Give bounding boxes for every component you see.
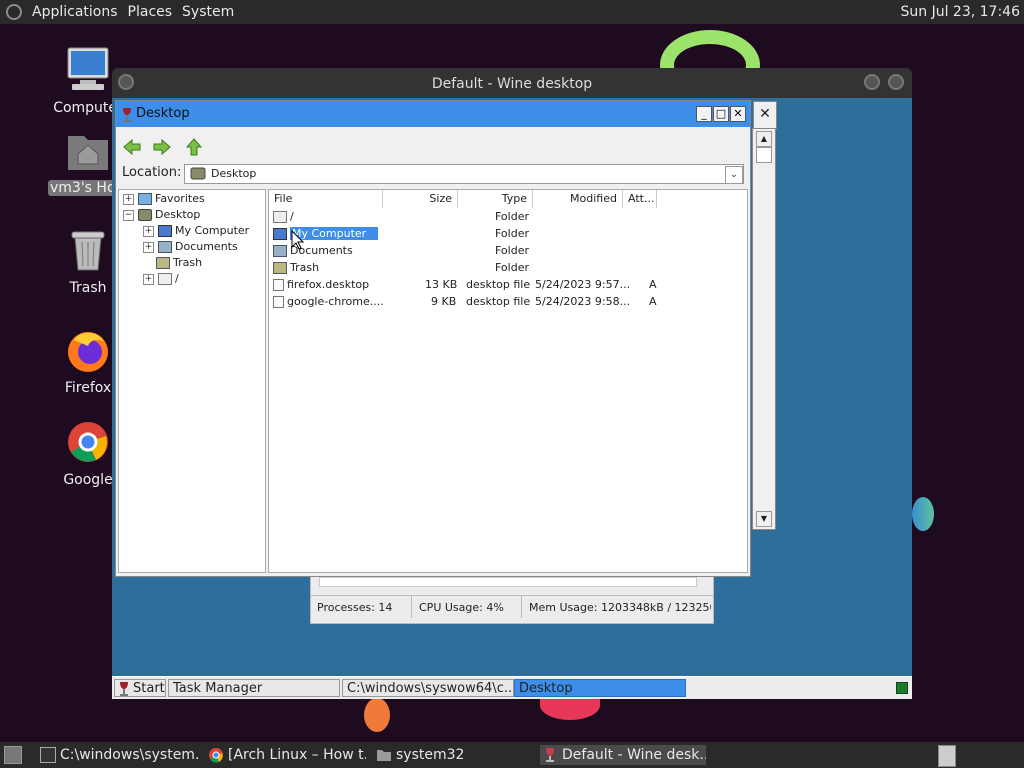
tree-node-desktop[interactable]: − Desktop — [123, 207, 200, 223]
taskbar-item-wine-desktop[interactable]: Default - Wine desk... — [540, 745, 706, 765]
drive-icon — [273, 211, 287, 223]
back-arrow-icon[interactable] — [122, 137, 142, 157]
status-bar: Processes: 14 CPU Usage: 4% Mem Usage: 1… — [311, 595, 713, 620]
scroll-thumb[interactable] — [756, 147, 772, 163]
taskbar-item-desktop[interactable]: Desktop — [514, 679, 686, 697]
processes-count: Processes: 14 — [317, 601, 393, 614]
table-row[interactable]: Documents Folder — [269, 242, 747, 259]
explorer-window: Desktop _ □ ✕ Location: Desktop ⌄ + Favor… — [115, 100, 751, 577]
cpu-usage: CPU Usage: 4% — [419, 601, 504, 614]
mem-usage: Mem Usage: 1203348kB / 12325028kl — [529, 601, 711, 614]
folder-tree: + Favorites − Desktop + My Computer + Docume… — [118, 189, 266, 573]
clock[interactable]: Sun Jul 23, 17:46 — [901, 4, 1021, 20]
trash-icon — [156, 257, 170, 269]
drive-icon — [158, 273, 172, 285]
mouse-cursor-icon — [291, 230, 305, 250]
chrome-icon — [209, 748, 223, 763]
chrome-icon — [68, 422, 108, 462]
column-header-file[interactable]: File — [269, 190, 383, 208]
tree-node-documents[interactable]: + Documents — [143, 239, 238, 255]
window-menu-button[interactable] — [118, 74, 134, 90]
location-combobox[interactable]: Desktop ⌄ — [184, 164, 744, 184]
trash-icon — [273, 262, 287, 274]
workspace-switcher[interactable] — [938, 745, 956, 767]
column-header-size[interactable]: Size — [383, 190, 458, 208]
taskbar-item-cmd[interactable]: C:\windows\syswow64\c... — [342, 679, 514, 697]
column-header-modified[interactable]: Modified — [533, 190, 623, 208]
tree-node-root[interactable]: + / — [143, 271, 179, 287]
folder-icon — [377, 750, 391, 761]
gnome-menu-icon[interactable] — [6, 4, 22, 20]
maximize-button[interactable] — [888, 74, 904, 90]
maximize-button[interactable]: □ — [713, 106, 729, 122]
file-icon — [273, 296, 284, 308]
desktop-icon — [138, 209, 152, 221]
wallpaper-blob — [912, 497, 934, 531]
table-row[interactable]: Trash Folder — [269, 259, 747, 276]
desktop-icon — [190, 167, 206, 180]
taskbar-item-system32[interactable]: system32 — [374, 745, 534, 765]
close-button[interactable]: ✕ — [730, 106, 746, 122]
scroll-down-arrow[interactable]: ▼ — [756, 511, 772, 527]
firefox-icon — [68, 332, 108, 372]
applications-menu[interactable]: Applications — [32, 4, 118, 20]
computer-icon — [67, 47, 109, 90]
taskbar-item-cmd[interactable]: C:\windows\system... — [38, 745, 198, 765]
top-panel: Applications Places System Sun Jul 23, 1… — [0, 0, 1024, 24]
chevron-down-icon[interactable]: ⌄ — [725, 166, 743, 184]
wine-glass-icon — [120, 682, 128, 696]
terminal-icon — [40, 747, 56, 763]
column-header-type[interactable]: Type — [458, 190, 533, 208]
places-menu[interactable]: Places — [128, 4, 173, 20]
home-folder-icon — [68, 136, 108, 170]
folder-icon — [138, 193, 152, 205]
tray-icon[interactable] — [896, 682, 908, 694]
close-icon[interactable]: ✕ — [753, 101, 777, 129]
table-row[interactable]: google-chrome.... 9 KB desktop file 5/24… — [269, 293, 747, 310]
table-row[interactable]: firefox.desktop 13 KB desktop file 5/24/… — [269, 276, 747, 293]
wallpaper-blob — [364, 698, 390, 732]
system-menu[interactable]: System — [182, 4, 234, 20]
computer-icon — [273, 228, 287, 240]
location-label: Location: — [122, 165, 182, 180]
up-arrow-icon[interactable] — [184, 137, 204, 157]
window-title[interactable]: Default - Wine desktop — [112, 68, 912, 98]
explorer-titlebar[interactable]: Desktop _ □ ✕ — [116, 101, 750, 127]
computer-icon — [158, 225, 172, 237]
show-desktop-icon[interactable] — [4, 746, 22, 764]
forward-arrow-icon[interactable] — [152, 137, 172, 157]
minimize-button[interactable] — [864, 74, 880, 90]
wine-icon — [546, 748, 554, 762]
task-list — [319, 577, 697, 587]
file-icon — [273, 279, 284, 291]
start-button[interactable]: Start — [114, 679, 166, 697]
tree-node-trash[interactable]: Trash — [156, 255, 202, 271]
file-list: File Size Type Modified Att... / Folder … — [268, 189, 748, 573]
table-row[interactable]: / Folder — [269, 208, 747, 225]
tree-node-favorites[interactable]: + Favorites — [123, 191, 205, 207]
minimize-button[interactable]: _ — [696, 106, 712, 122]
column-header-attributes[interactable]: Att... — [623, 190, 657, 208]
documents-folder-icon — [158, 241, 172, 253]
table-row[interactable]: My Computer Folder — [269, 225, 747, 242]
trash-icon — [71, 231, 105, 271]
documents-folder-icon — [273, 245, 287, 257]
bottom-taskbar: C:\windows\system... [Arch Linux – How t… — [0, 742, 1024, 768]
wine-taskbar: Start Task Manager C:\windows\syswow64\c… — [112, 676, 912, 699]
scroll-up-arrow[interactable]: ▲ — [756, 131, 772, 147]
tree-node-my-computer[interactable]: + My Computer — [143, 223, 249, 239]
explorer-title: Desktop — [136, 106, 190, 121]
background-window-scrollbar[interactable]: ✕ ▲ ▼ — [752, 101, 777, 530]
task-manager-window: Processes: 14 CPU Usage: 4% Mem Usage: 1… — [310, 574, 714, 624]
wine-glass-icon — [123, 108, 131, 122]
taskbar-item-task-manager[interactable]: Task Manager — [168, 679, 340, 697]
taskbar-item-browser[interactable]: [Arch Linux – How t... — [206, 745, 366, 765]
